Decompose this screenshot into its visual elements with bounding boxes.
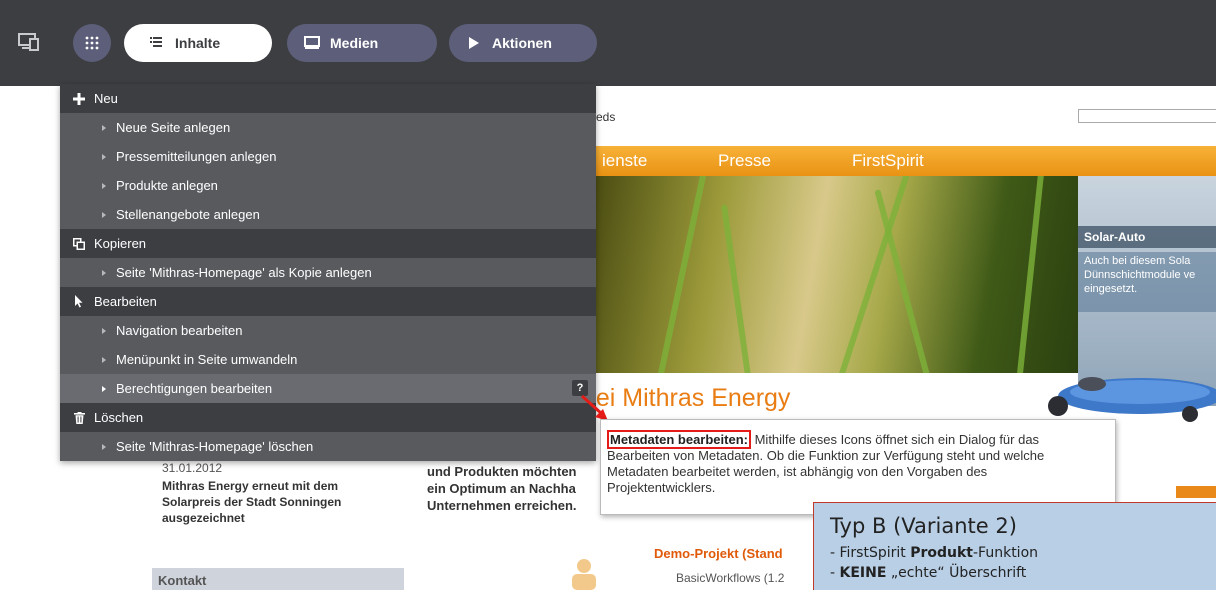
site-search-input[interactable] xyxy=(1078,109,1216,123)
menu-item-produkte-anlegen[interactable]: Produkte anlegen xyxy=(60,171,596,200)
menu-item-neue-seite-anlegen[interactable]: Neue Seite anlegen xyxy=(60,113,596,142)
site-nav-item-presse[interactable]: Presse xyxy=(718,151,771,171)
site-intro-text: und Produkten möchten ein Optimum an Nac… xyxy=(427,464,577,513)
site-main-heading: bei Mithras Energy xyxy=(596,384,791,412)
tab-inhalte[interactable]: Inhalte xyxy=(124,24,272,62)
play-triangle-icon xyxy=(465,35,483,51)
aktionen-dropdown-menu: Neu Neue Seite anlegen Pressemitteilunge… xyxy=(60,84,596,461)
copy-icon xyxy=(72,237,86,251)
site-solar-teaser-text: Auch bei diesem Sola Dünnschichtmodule v… xyxy=(1078,252,1216,312)
site-demo-project-heading: Demo-Projekt (Stand xyxy=(654,546,783,561)
site-news-date: 31.01.2012 xyxy=(162,461,223,475)
menu-item-stellenangebote-anlegen[interactable]: Stellenangebote anlegen xyxy=(60,200,596,229)
menu-category-neu: Neu xyxy=(60,84,596,113)
tab-inhalte-label: Inhalte xyxy=(175,35,221,51)
media-monitor-icon xyxy=(303,35,321,51)
tooltip-text-line: Mithilfe dieses Icons öffnet sich ein Di… xyxy=(750,432,1040,447)
site-solar-teaser-title: Solar-Auto xyxy=(1078,226,1216,248)
site-navigation: ienste Presse FirstSpirit xyxy=(596,146,1216,176)
trash-icon xyxy=(72,411,86,425)
site-contact-box: Kontakt xyxy=(152,568,404,590)
app-grid-icon xyxy=(85,36,99,50)
tooltip-text-line: Metadaten bearbeitet werden, ist abhängi… xyxy=(607,464,988,479)
site-nav-item-dienste[interactable]: ienste xyxy=(602,151,647,171)
menu-item-menuepunkt-umwandeln[interactable]: Menüpunkt in Seite umwandeln xyxy=(60,345,596,374)
tooltip-text-line: Bearbeiten von Metadaten. Ob die Funktio… xyxy=(607,448,1045,463)
site-figure-image xyxy=(572,559,596,590)
help-tooltip: Metadaten bearbeiten: Mithilfe dieses Ic… xyxy=(600,419,1116,515)
menu-item-seite-loeschen[interactable]: Seite 'Mithras-Homepage' löschen xyxy=(60,432,596,461)
site-nav-item-firstspirit[interactable]: FirstSpirit xyxy=(852,151,924,171)
solar-car-image xyxy=(1048,377,1216,422)
menu-category-bearbeiten: Bearbeiten xyxy=(60,287,596,316)
annotation-bullet: - KEINE „echte“ Überschrift xyxy=(830,565,1027,581)
site-accent-strip xyxy=(1176,486,1216,498)
cursor-icon xyxy=(72,295,86,309)
menu-item-navigation-bearbeiten[interactable]: Navigation bearbeiten xyxy=(60,316,596,345)
tab-medien[interactable]: Medien xyxy=(287,24,437,62)
annotation-note: Typ B (Variante 2) - FirstSpirit Produkt… xyxy=(813,502,1216,590)
app-grid-button[interactable] xyxy=(73,24,111,62)
annotation-title: Typ B (Variante 2) xyxy=(830,514,1017,538)
top-toolbar: Inhalte Medien Aktionen xyxy=(0,0,1216,86)
menu-category-kopieren: Kopieren xyxy=(60,229,596,258)
site-demo-project-text: BasicWorkflows (1.2 xyxy=(676,571,785,585)
site-hero-image xyxy=(596,176,1078,373)
menu-item-pressemitteilungen-anlegen[interactable]: Pressemitteilungen anlegen xyxy=(60,142,596,171)
menu-item-berechtigungen-bearbeiten[interactable]: Berechtigungen bearbeiten ? xyxy=(60,374,596,403)
tooltip-heading: Metadaten bearbeiten: xyxy=(607,430,751,449)
menu-item-seite-als-kopie-anlegen[interactable]: Seite 'Mithras-Homepage' als Kopie anleg… xyxy=(60,258,596,287)
text-lines-icon xyxy=(148,35,166,51)
device-preview-icon[interactable] xyxy=(18,32,40,52)
menu-category-loeschen: Löschen xyxy=(60,403,596,432)
tooltip-text-line: Projektentwicklers. xyxy=(607,480,716,495)
plus-icon xyxy=(72,92,86,106)
tab-aktionen-label: Aktionen xyxy=(492,35,552,51)
site-text-fragment: eds xyxy=(596,110,616,124)
annotation-bullet: - FirstSpirit Produkt-Funktion xyxy=(830,545,1039,561)
site-news-link[interactable]: Mithras Energy erneut mit dem Solarpreis… xyxy=(162,478,382,526)
tab-medien-label: Medien xyxy=(330,35,379,51)
tab-aktionen[interactable]: Aktionen xyxy=(449,24,597,62)
